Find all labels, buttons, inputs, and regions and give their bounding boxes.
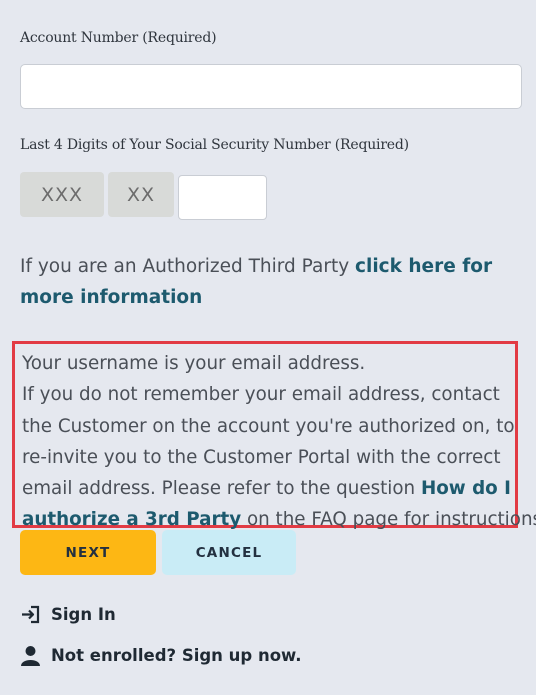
sign-up-label: Not enrolled? Sign up now.: [51, 646, 302, 665]
info-line: Your username is your email address.: [22, 353, 366, 374]
ssn-label: Last 4 Digits of Your Social Security Nu…: [20, 137, 409, 153]
third-party-notice: If you are an Authorized Third Party cli…: [20, 251, 500, 313]
info-line: re-invite you to the Customer Portal wit…: [22, 446, 501, 468]
info-line: the Customer on the account you're autho…: [22, 415, 515, 437]
user-icon: [20, 645, 41, 666]
faq-link-part2[interactable]: authorize a 3rd Party: [22, 509, 241, 530]
ssn-mask-first-three: XXX: [20, 172, 104, 217]
login-arrow-icon: [20, 604, 41, 625]
info-line: If you do not remember your email addres…: [22, 384, 500, 406]
username-info-box: Your username is your email address. If …: [12, 341, 536, 530]
ssn-last4-input[interactable]: [178, 175, 267, 220]
info-text: on the FAQ page for instructions: [241, 509, 536, 531]
account-number-input[interactable]: [20, 64, 522, 109]
sign-in-label: Sign In: [51, 605, 116, 624]
faq-link-part1[interactable]: How do I: [421, 478, 511, 499]
sign-in-link[interactable]: Sign In: [20, 604, 116, 625]
next-button[interactable]: NEXT: [20, 530, 156, 575]
sign-up-link[interactable]: Not enrolled? Sign up now.: [20, 645, 302, 666]
third-party-text: If you are an Authorized Third Party: [20, 256, 356, 277]
cancel-button[interactable]: CANCEL: [162, 530, 296, 575]
account-number-label: Account Number (Required): [20, 30, 217, 46]
ssn-mask-middle-two: XX: [108, 172, 174, 217]
info-text: email address. Please refer to the quest…: [22, 478, 421, 500]
info-line: email address. Please refer to the quest…: [22, 473, 515, 504]
